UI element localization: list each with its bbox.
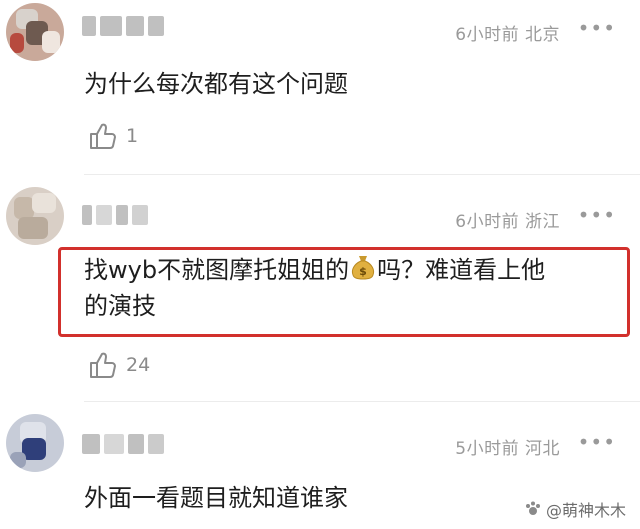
comment-location: 河北 bbox=[525, 439, 560, 459]
like-count: 24 bbox=[126, 354, 151, 376]
username-blurred[interactable] bbox=[82, 16, 172, 36]
like-button[interactable]: 1 bbox=[88, 121, 138, 151]
more-dots-icon[interactable]: ••• bbox=[578, 18, 616, 38]
comment-meta: 6小时前 北京 bbox=[455, 20, 560, 45]
username-blurred[interactable] bbox=[82, 434, 166, 454]
avatar[interactable] bbox=[6, 414, 64, 472]
more-dots-icon[interactable]: ••• bbox=[578, 432, 616, 452]
comment-location: 北京 bbox=[525, 25, 560, 45]
more-dots-icon[interactable]: ••• bbox=[578, 205, 616, 225]
thumbs-up-icon bbox=[90, 352, 116, 378]
avatar[interactable] bbox=[6, 3, 64, 61]
highlight-box bbox=[58, 247, 630, 337]
comment-location: 浙江 bbox=[525, 212, 560, 232]
like-button[interactable]: 24 bbox=[88, 350, 150, 380]
comment-time: 6小时前 bbox=[455, 25, 520, 45]
comment-text: 外面一看题目就知道谁家 bbox=[84, 484, 348, 512]
watermark-text: @萌神木木 bbox=[545, 501, 626, 520]
username-blurred[interactable] bbox=[82, 205, 152, 225]
like-count: 1 bbox=[126, 125, 139, 147]
comment-time: 6小时前 bbox=[455, 212, 520, 232]
comment-meta: 5小时前 河北 bbox=[455, 434, 560, 459]
watermark: @萌神木木 bbox=[524, 497, 626, 521]
thumbs-up-icon bbox=[90, 123, 116, 149]
comment-time: 5小时前 bbox=[455, 439, 520, 459]
comment-text: 为什么每次都有这个问题 bbox=[84, 70, 348, 98]
avatar[interactable] bbox=[6, 187, 64, 245]
comment-item: 6小时前 北京 ••• 为什么每次都有这个问题 1 bbox=[0, 0, 640, 175]
paw-logo-icon bbox=[525, 501, 540, 515]
comment-meta: 6小时前 浙江 bbox=[455, 207, 560, 232]
